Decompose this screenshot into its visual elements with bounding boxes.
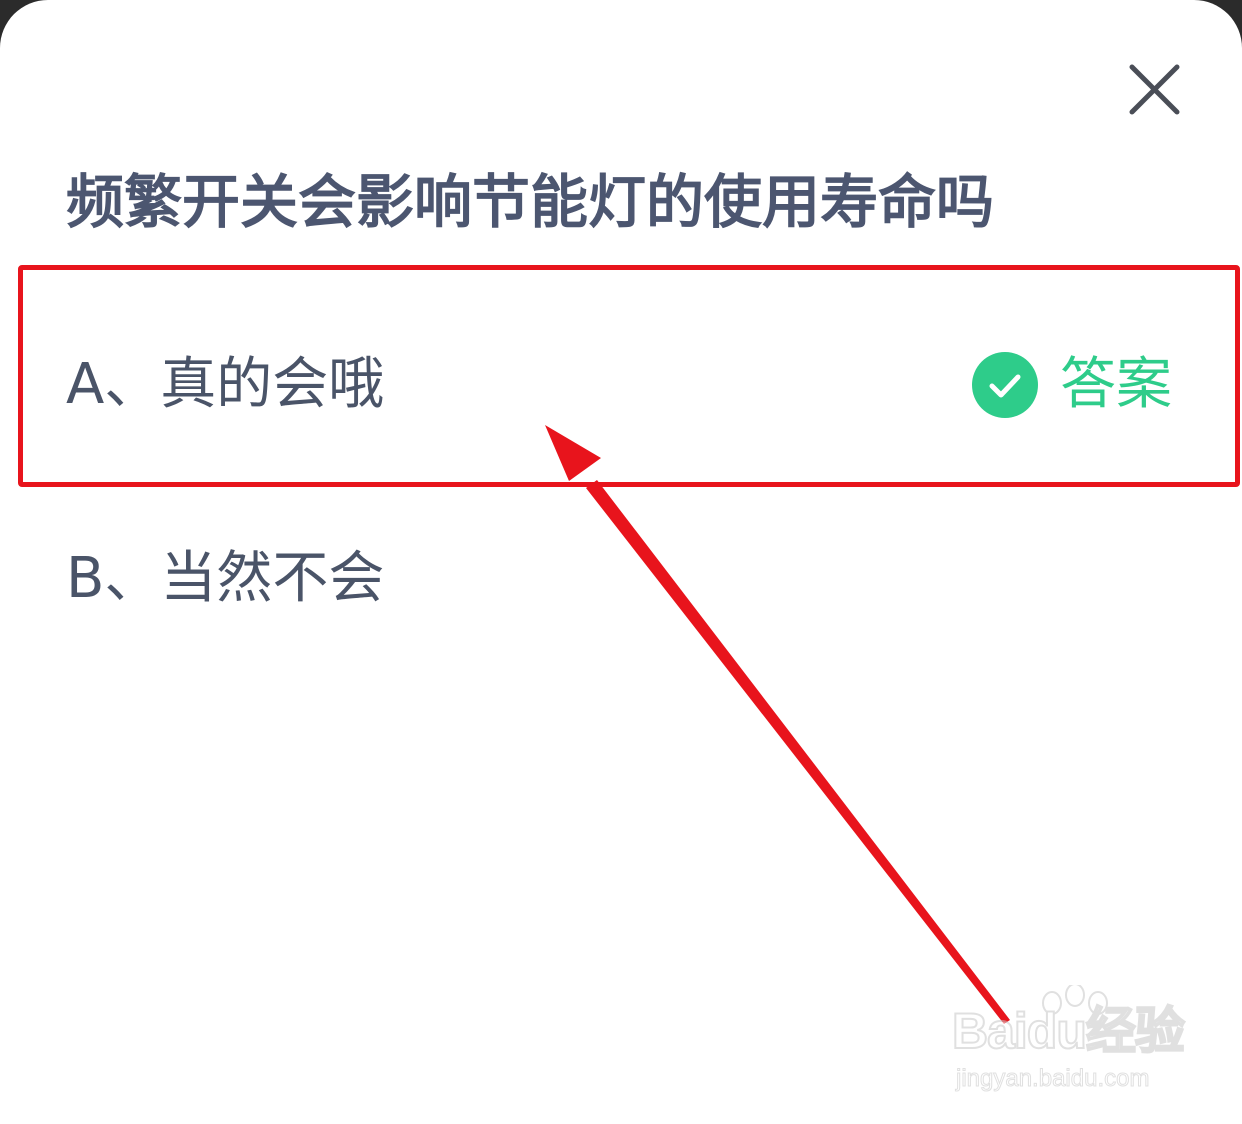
quiz-dialog: 频繁开关会影响节能灯的使用寿命吗 A、真的会哦 答案 B、当然不会 Baidu经… xyxy=(0,0,1242,1124)
option-a-text: A、真的会哦 xyxy=(66,352,385,417)
option-b-text: B、当然不会 xyxy=(66,546,385,611)
paw-icon xyxy=(1042,985,1108,1015)
answer-indicator: 答案 xyxy=(972,352,1172,418)
close-icon xyxy=(1129,64,1180,115)
answer-label: 答案 xyxy=(1060,352,1172,417)
watermark-logo: Baidu经验 xyxy=(951,1002,1186,1060)
watermark-url: jingyan.baidu.com xyxy=(955,1065,1150,1093)
option-a[interactable]: A、真的会哦 答案 xyxy=(0,290,1242,480)
option-b[interactable]: B、当然不会 xyxy=(0,484,1242,674)
close-button[interactable] xyxy=(1120,58,1186,124)
check-circle-icon xyxy=(972,352,1038,418)
baidu-jingyan-watermark: Baidu经验 jingyan.baidu.com xyxy=(951,985,1192,1105)
question-title: 频繁开关会影响节能灯的使用寿命吗 xyxy=(66,168,995,236)
